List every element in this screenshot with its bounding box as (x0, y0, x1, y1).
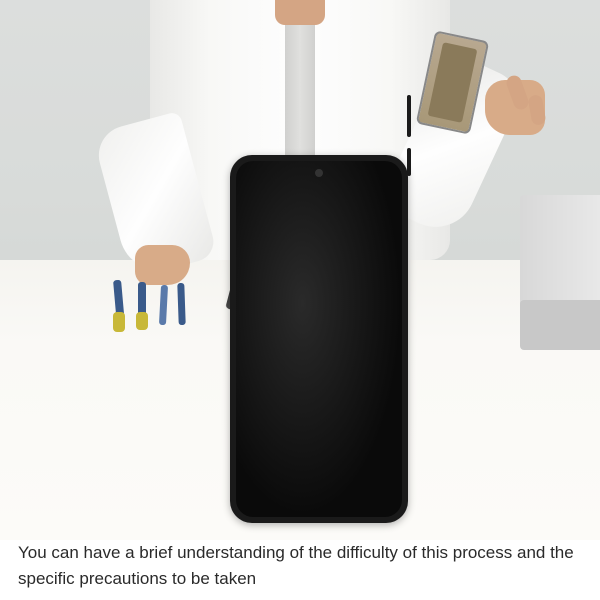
phone-part-interior (428, 42, 478, 123)
phone-screen (236, 161, 402, 517)
volume-button-icon (407, 95, 411, 137)
power-button-icon (407, 148, 411, 176)
hand-left (135, 245, 190, 285)
neck (275, 0, 325, 25)
product-caption: You can have a brief understanding of th… (18, 540, 578, 591)
product-scene: You can have a brief understanding of th… (0, 0, 600, 600)
smartphone-product (230, 155, 408, 523)
screwdriver-icon (177, 283, 185, 325)
tool-handle (113, 312, 125, 332)
tool-handle (136, 312, 148, 330)
laptop-keyboard (520, 300, 600, 350)
front-camera-icon (315, 169, 323, 177)
